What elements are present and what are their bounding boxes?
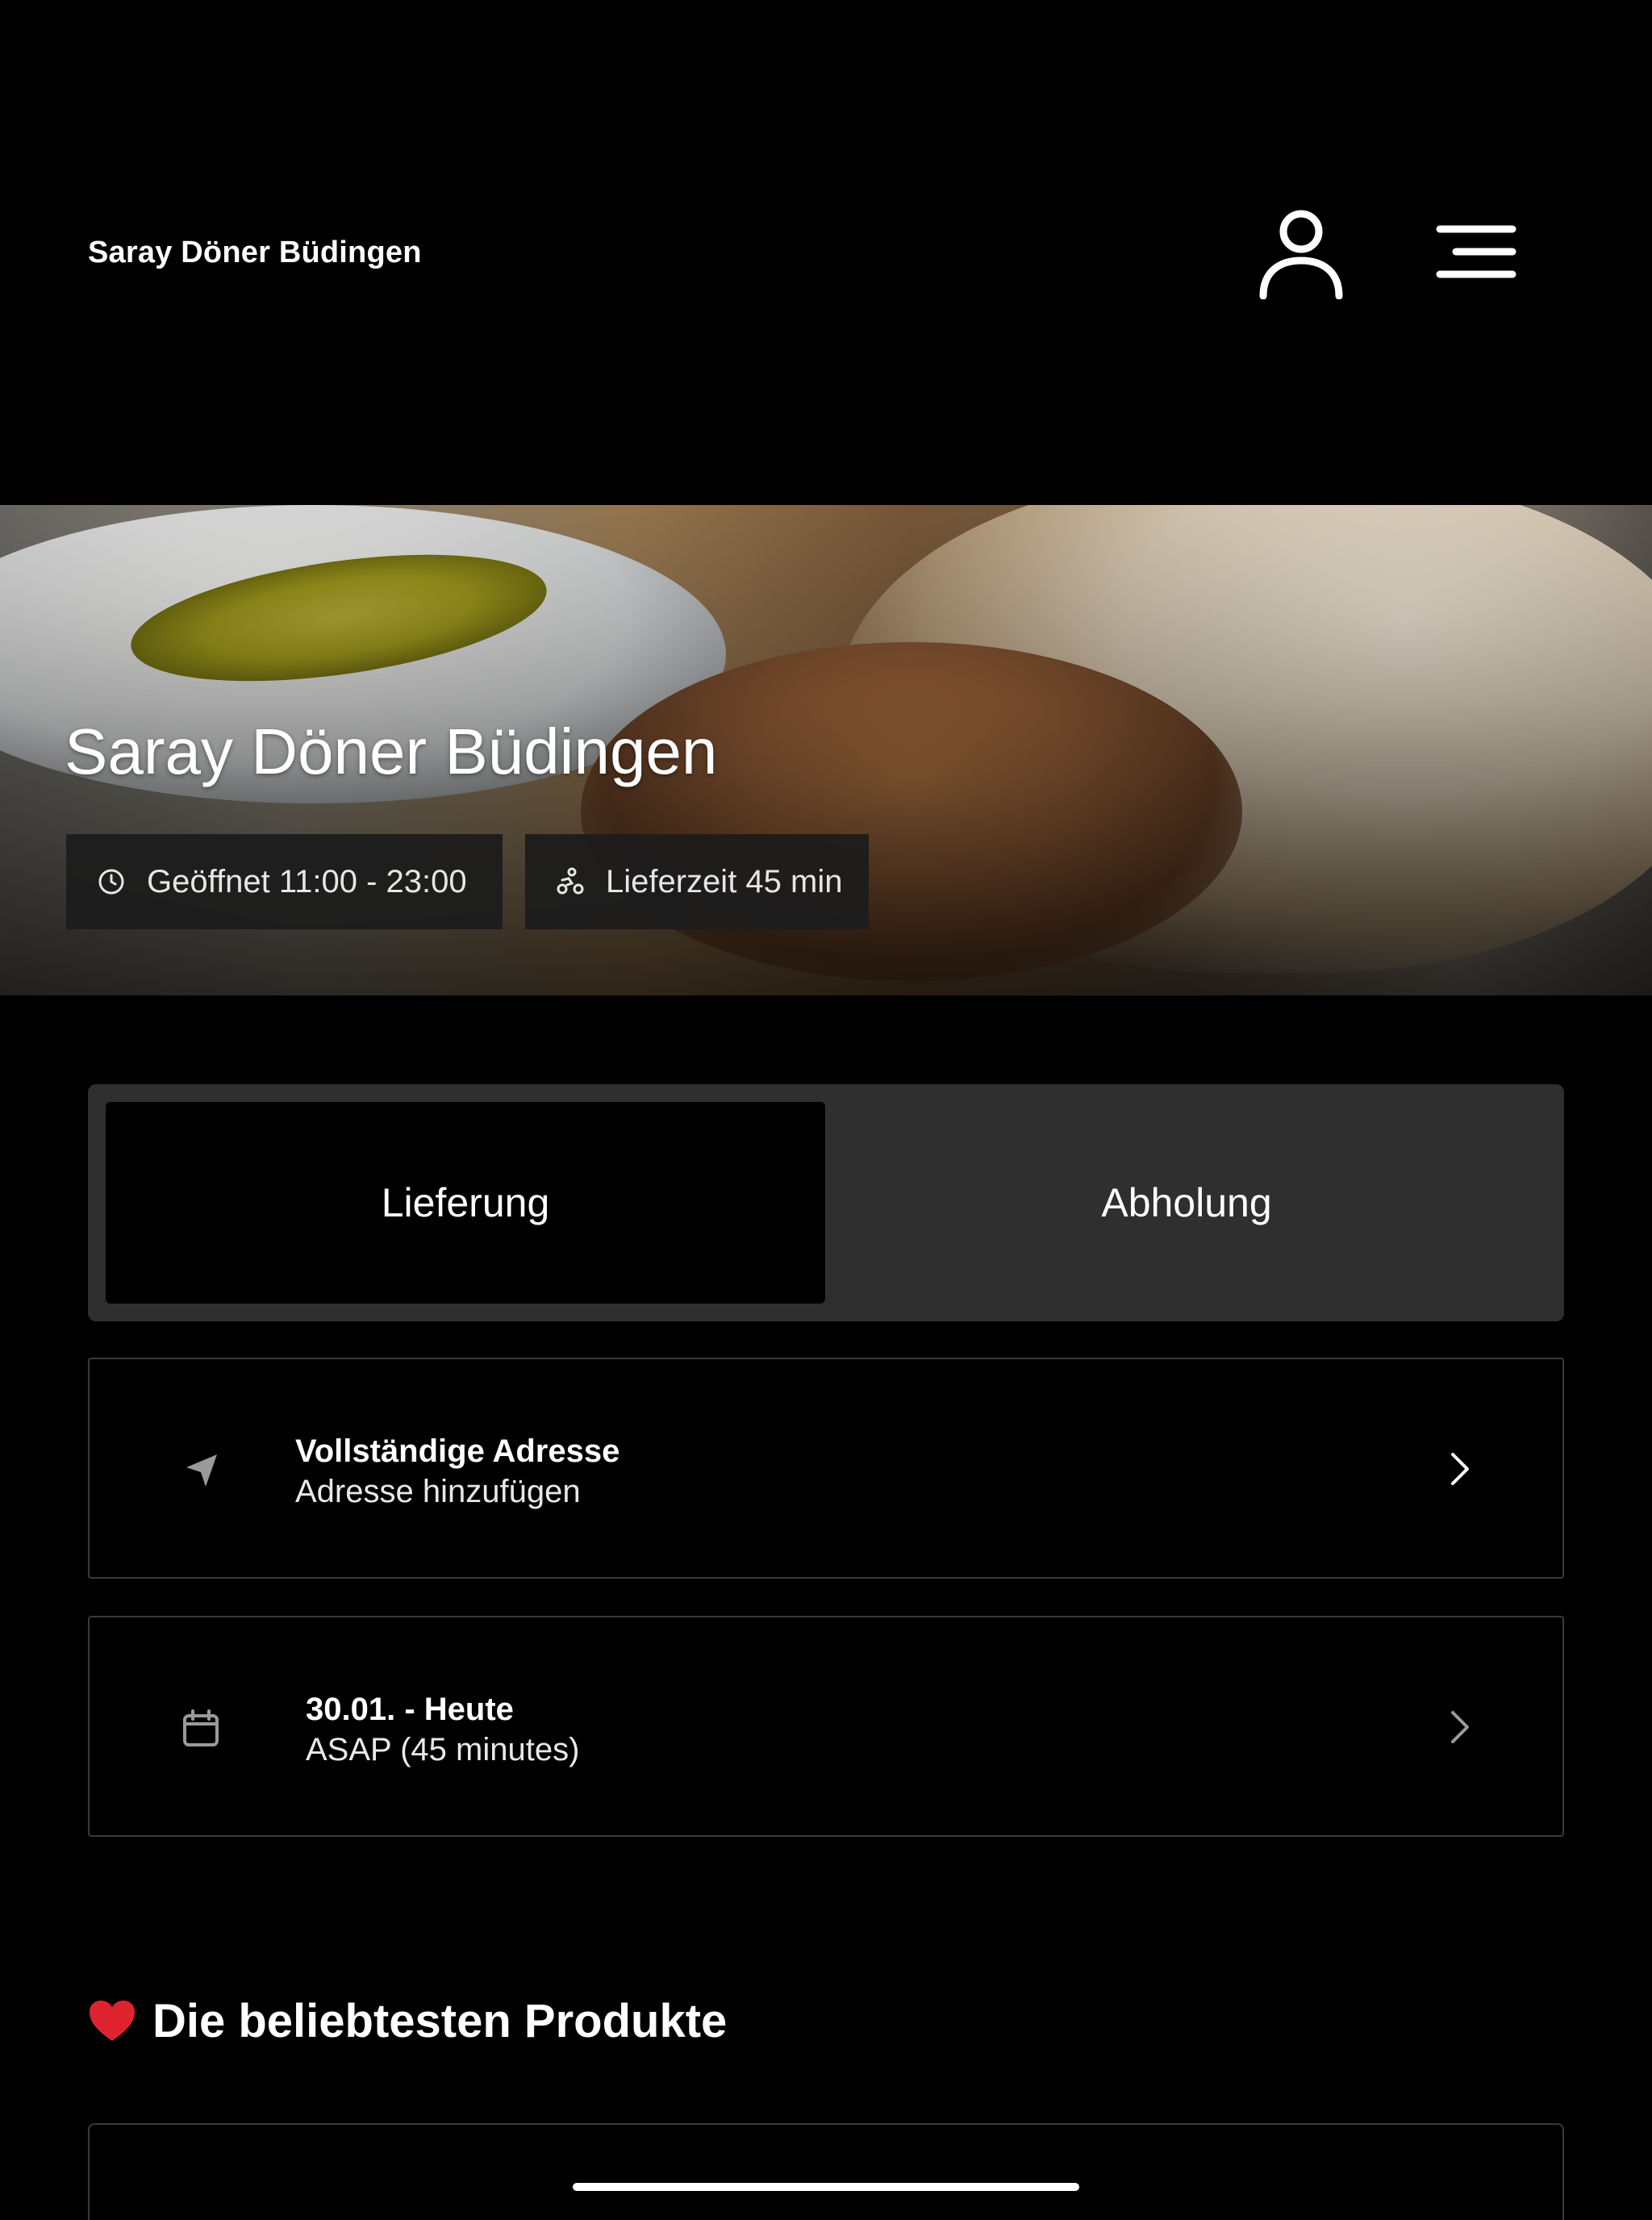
popular-products-title: Die beliebtesten Produkte xyxy=(152,1995,728,2047)
menu-icon[interactable] xyxy=(1436,223,1516,281)
tab-pickup[interactable]: Abholung xyxy=(827,1102,1546,1304)
calendar-icon xyxy=(183,1709,219,1746)
scooter-icon xyxy=(557,867,584,895)
order-mode-toggle: Lieferung Abholung xyxy=(88,1084,1564,1321)
address-card-subtitle: Adresse hinzufügen xyxy=(295,1474,581,1509)
delivery-time-label: Lieferzeit 45 min xyxy=(606,863,843,899)
restaurant-title: Saray Döner Büdingen xyxy=(65,716,718,787)
chevron-right-icon xyxy=(1451,1453,1469,1485)
address-card-title: Vollständige Adresse xyxy=(295,1433,620,1469)
brand-name[interactable]: Saray Döner Büdingen xyxy=(88,236,422,270)
app-header: Saray Döner Büdingen xyxy=(0,0,1652,505)
opening-hours-label: Geöffnet 11:00 - 23:00 xyxy=(147,863,467,899)
delivery-time-card[interactable]: 30.01. - Heute ASAP (45 minutes) xyxy=(88,1616,1564,1837)
clock-icon xyxy=(98,869,124,895)
home-indicator[interactable] xyxy=(573,2183,1079,2191)
chevron-right-icon xyxy=(1451,1711,1469,1743)
delivery-date-title: 30.01. - Heute xyxy=(306,1692,514,1727)
delivery-time-chip: Lieferzeit 45 min xyxy=(525,834,869,929)
heart-icon xyxy=(90,2000,135,2041)
user-icon[interactable] xyxy=(1258,207,1344,299)
location-arrow-icon xyxy=(186,1454,217,1487)
popular-products-heading: Die beliebtesten Produkte xyxy=(88,1994,727,2048)
tab-delivery[interactable]: Lieferung xyxy=(106,1102,825,1304)
opening-hours-chip: Geöffnet 11:00 - 23:00 xyxy=(66,834,503,929)
product-card[interactable] xyxy=(88,2123,1564,2220)
address-card[interactable]: Vollständige Adresse Adresse hinzufügen xyxy=(88,1358,1564,1579)
delivery-date-subtitle: ASAP (45 minutes) xyxy=(306,1732,580,1767)
restaurant-hero: Saray Döner Büdingen Geöffnet 11:00 - 23… xyxy=(0,505,1652,995)
